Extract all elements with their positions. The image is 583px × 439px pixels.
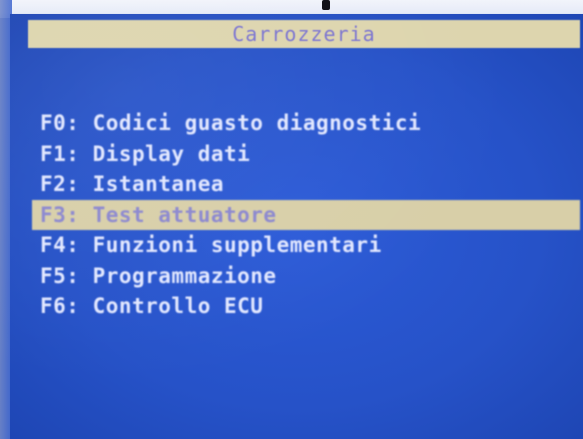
menu-item-f5[interactable]: F5: Programmazione [40, 261, 580, 292]
top-dark-mark [322, 0, 330, 10]
menu-item-f0[interactable]: F0: Codici guasto diagnostici [40, 108, 580, 139]
menu-item-f4[interactable]: F4: Funzioni supplementari [40, 230, 580, 261]
screen-title: Carrozzeria [28, 20, 580, 48]
menu-item-f1[interactable]: F1: Display dati [40, 139, 580, 170]
menu-item-f6[interactable]: F6: Controllo ECU [40, 291, 580, 322]
diagnostic-screen: Carrozzeria F0: Codici guasto diagnostic… [10, 14, 583, 439]
function-menu: F0: Codici guasto diagnostici F1: Displa… [32, 108, 580, 322]
menu-item-f2[interactable]: F2: Istantanea [40, 169, 580, 200]
menu-item-f3-selected[interactable]: F3: Test attuatore [32, 199, 580, 230]
photo-frame: Carrozzeria F0: Codici guasto diagnostic… [0, 0, 583, 439]
